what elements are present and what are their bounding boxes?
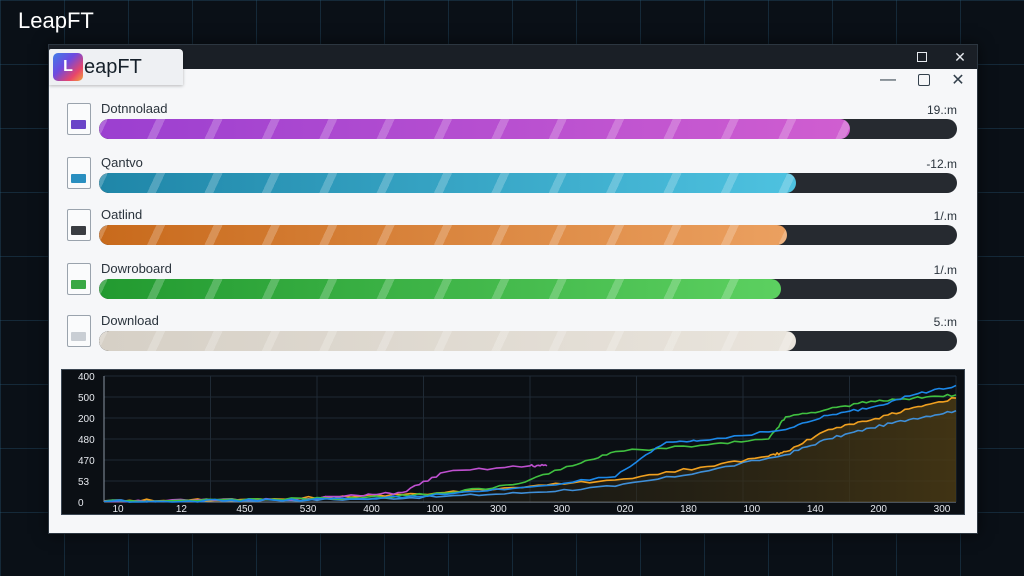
restore-icon (918, 74, 930, 86)
desktop-title: LeapFT (18, 8, 94, 33)
app-logo: L (53, 53, 83, 81)
progress-fill (99, 225, 788, 245)
x-tick-label: 300 (934, 504, 951, 515)
minimize-icon: — (880, 71, 896, 88)
progress-track (99, 173, 957, 193)
app-logo-letter: L (63, 58, 73, 75)
x-tick-label: 180 (680, 504, 697, 515)
minimize-button[interactable]: — (877, 69, 899, 91)
x-tick-label: 450 (236, 504, 253, 515)
download-row[interactable]: Dotnnolaad 19.:m (65, 101, 959, 151)
x-tick-label: 530 (300, 504, 317, 515)
file-icon (67, 103, 91, 135)
inner-close-button[interactable]: ✕ (947, 69, 969, 91)
file-icon-badge (71, 332, 86, 341)
download-row[interactable]: Dowroboard 1/.m (65, 261, 959, 311)
app-window: ✕ L eapFT — ✕ Dotnnolaad 19.:m Qantvo -12.m… (48, 44, 978, 534)
download-size: 19.:m (926, 103, 957, 117)
download-label: Oatlind (101, 207, 143, 222)
y-tick-label: 480 (78, 435, 95, 446)
close-button[interactable]: ✕ (949, 46, 971, 68)
maximize-icon (917, 52, 927, 62)
x-tick-label: 140 (807, 504, 824, 515)
x-tick-label: 400 (363, 504, 380, 515)
file-icon-badge (71, 226, 86, 235)
transfer-chart: 400 500 200 480 470 53 0 10 12 450 530 400 100 300 300… (61, 369, 965, 515)
x-tick-label: 100 (744, 504, 761, 515)
progress-fill (99, 331, 796, 351)
y-tick-label: 500 (78, 393, 95, 404)
download-size: 1/.m (933, 209, 957, 223)
x-tick-label: 300 (553, 504, 570, 515)
download-row[interactable]: Qantvo -12.m (65, 155, 959, 205)
progress-track (99, 331, 957, 351)
file-icon-badge (71, 120, 86, 129)
file-icon (67, 157, 91, 189)
file-icon (67, 263, 91, 295)
x-tick-label: 200 (870, 504, 887, 515)
file-icon (67, 209, 91, 241)
x-tick-label: 10 (112, 504, 124, 515)
app-name: eapFT (84, 55, 142, 78)
file-icon-badge (71, 174, 86, 183)
download-label: Dowroboard (101, 261, 172, 276)
file-icon-badge (71, 280, 86, 289)
y-tick-label: 470 (78, 456, 95, 467)
progress-track (99, 119, 957, 139)
y-tick-label: 200 (78, 414, 95, 425)
x-tick-label: 300 (490, 504, 507, 515)
download-label: Dotnnolaad (101, 101, 168, 116)
window-titlebar (49, 45, 977, 69)
chart-svg: 40050020048047053010 12 450 530 400 100 300 300… (78, 372, 957, 515)
download-size: -12.m (926, 157, 957, 171)
download-row[interactable]: Oatlind 1/.m (65, 207, 959, 257)
download-size: 1/.m (933, 263, 957, 277)
inner-close-icon: ✕ (951, 72, 965, 89)
x-tick-label: 100 (427, 504, 444, 515)
progress-fill (99, 119, 850, 139)
y-tick-label: 400 (78, 372, 95, 383)
download-row[interactable]: Download 5.:m (65, 313, 959, 363)
app-tab[interactable]: L eapFT (49, 49, 183, 85)
y-tick-label: 0 (78, 498, 84, 509)
file-icon (67, 315, 91, 347)
restore-button[interactable] (913, 69, 935, 91)
progress-track (99, 279, 957, 299)
maximize-button[interactable] (911, 46, 933, 68)
download-label: Download (101, 313, 159, 328)
x-tick-label: 12 (176, 504, 188, 515)
progress-fill (99, 279, 782, 299)
close-icon: ✕ (954, 48, 966, 65)
progress-fill (99, 173, 796, 193)
desktop: LeapFT ✕ L eapFT — ✕ Dotnnolaad 19.:m Qant… (0, 0, 1024, 576)
x-tick-label: 020 (617, 504, 634, 515)
download-label: Qantvo (101, 155, 143, 170)
download-size: 5.:m (933, 315, 957, 329)
y-tick-label: 53 (78, 477, 90, 488)
progress-track (99, 225, 957, 245)
